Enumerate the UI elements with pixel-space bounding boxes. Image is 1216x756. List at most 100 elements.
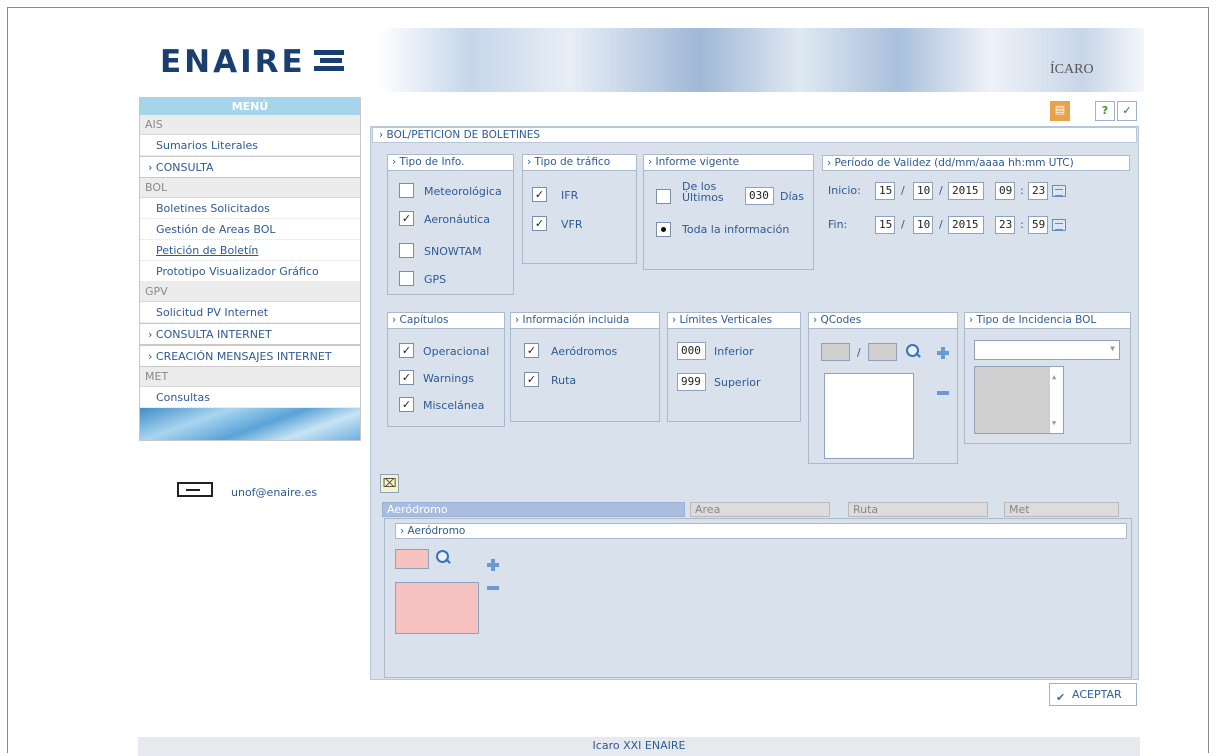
checkbox-gps[interactable] <box>399 271 414 286</box>
aerodromo-input[interactable] <box>395 549 429 569</box>
menu-item-peticion[interactable]: Petición de Boletín <box>140 240 360 261</box>
inicio-month[interactable]: 10 <box>913 182 933 200</box>
menu-group-consulta-internet[interactable]: › CONSULTA INTERNET <box>140 323 360 345</box>
radio-toda[interactable] <box>656 222 671 237</box>
radio-ultimos[interactable] <box>656 189 671 204</box>
inicio-year[interactable]: 2015 <box>948 182 984 200</box>
checkbox-aeronautica[interactable]: ✓ <box>399 211 414 226</box>
box-title: › Información incluida <box>511 313 659 329</box>
label-operacional: Operacional <box>423 345 490 358</box>
incidencia-box: › Tipo de Incidencia BOL ▼ ▲ ▼ <box>964 312 1131 444</box>
incidencia-list[interactable]: ▲ ▼ <box>974 366 1064 434</box>
fin-day[interactable]: 15 <box>875 216 895 234</box>
check-icon: ✔ <box>1056 691 1066 704</box>
sep: / <box>901 184 905 197</box>
label-inferior: Inferior <box>714 345 754 358</box>
tipo-info-box: › Tipo de Info. Meteorológica ✓ Aeronáut… <box>387 154 514 295</box>
search-icon[interactable] <box>435 549 451 565</box>
box-title: › Tipo de Info. <box>388 155 513 171</box>
fin-month[interactable]: 10 <box>913 216 933 234</box>
qcodes-box: › QCodes / <box>808 312 958 464</box>
box-title: › QCodes <box>809 313 957 329</box>
menu-group-consulta[interactable]: › CONSULTA <box>140 156 360 178</box>
menu-item-boletines[interactable]: Boletines Solicitados <box>140 198 360 219</box>
aerodromo-list[interactable] <box>395 582 479 634</box>
logo-bars-icon <box>313 47 344 74</box>
incidencia-select[interactable]: ▼ <box>974 340 1120 360</box>
enaire-logo: ENAIRE <box>160 44 344 80</box>
add-icon[interactable] <box>937 347 949 359</box>
label-superior: Superior <box>714 376 761 389</box>
menu-group-creacion[interactable]: › CREACIÓN MENSAJES INTERNET <box>140 345 360 367</box>
informe-vigente-box: › Informe vigente De los Últimos 030 Días… <box>643 154 814 270</box>
label-dias: Días <box>780 190 804 203</box>
menu-item-consultas[interactable]: Consultas <box>140 387 360 408</box>
checkbox-operacional[interactable]: ✓ <box>399 343 414 358</box>
label-inicio: Inicio: <box>828 184 861 197</box>
checkbox-meteorologica[interactable] <box>399 183 414 198</box>
remove-icon[interactable] <box>487 586 499 590</box>
calendar-icon[interactable] <box>1052 185 1066 197</box>
chevron-down-icon: ▼ <box>1110 344 1115 353</box>
label-miscelanea: Miscelánea <box>423 399 485 412</box>
sep: / <box>901 218 905 231</box>
menu-wave-decoration <box>140 408 360 440</box>
periodo-validez-box: › Período de Validez (dd/mm/aaaa hh:mm U… <box>821 154 1131 264</box>
superior-input[interactable]: 999 <box>677 373 706 391</box>
menu-section-bol: BOL <box>140 178 360 198</box>
checkbox-aerodromos[interactable]: ✓ <box>524 343 539 358</box>
fin-hour[interactable]: 23 <box>995 216 1015 234</box>
qcode-input-2[interactable] <box>868 343 897 361</box>
help-icon[interactable]: ? <box>1095 101 1115 121</box>
contact-email[interactable]: unof@enaire.es <box>231 486 317 499</box>
checkbox-vfr[interactable]: ✓ <box>532 216 547 231</box>
mail-icon[interactable] <box>177 482 213 497</box>
aceptar-button[interactable]: ✔ ACEPTAR <box>1049 683 1137 706</box>
label-meteorologica: Meteorológica <box>424 185 502 198</box>
limites-box: › Límites Verticales 000 Inferior 999 Su… <box>667 312 801 422</box>
tab-area[interactable]: Area <box>690 502 830 517</box>
inicio-hour[interactable]: 09 <box>995 182 1015 200</box>
search-icon[interactable] <box>905 343 921 359</box>
checkbox-ruta[interactable]: ✓ <box>524 372 539 387</box>
tab-aerodromo[interactable]: Aeródromo <box>382 502 685 517</box>
label-ruta: Ruta <box>551 374 577 387</box>
sep: / <box>857 346 861 359</box>
label-ifr: IFR <box>561 189 579 202</box>
scrollbar[interactable]: ▲ ▼ <box>1049 367 1063 433</box>
box-title: › Límites Verticales <box>668 313 800 329</box>
label-toda: Toda la información <box>682 223 790 236</box>
inferior-input[interactable]: 000 <box>677 342 706 360</box>
tipo-trafico-box: › Tipo de tráfico ✓ IFR ✓ VFR <box>522 154 637 264</box>
tab-met[interactable]: Met <box>1004 502 1119 517</box>
info-incluida-box: › Información incluida ✓ Aeródromos ✓ Ru… <box>510 312 660 422</box>
box-title: › Período de Validez (dd/mm/aaaa hh:mm U… <box>822 155 1130 171</box>
clipboard-icon[interactable]: ▤ <box>1050 101 1070 121</box>
checkbox-miscelanea[interactable]: ✓ <box>399 397 414 412</box>
eraser-icon[interactable]: ⌧ <box>380 474 399 493</box>
add-icon[interactable] <box>487 559 499 571</box>
inicio-minute[interactable]: 23 <box>1028 182 1048 200</box>
inicio-day[interactable]: 15 <box>875 182 895 200</box>
menu-item-gestion-areas[interactable]: Gestión de Areas BOL <box>140 219 360 240</box>
checkbox-warnings[interactable]: ✓ <box>399 370 414 385</box>
qcode-input-1[interactable] <box>821 343 850 361</box>
checkbox-snowtam[interactable] <box>399 243 414 258</box>
menu-item-sumarios[interactable]: Sumarios Literales <box>140 135 360 156</box>
box-title: › Aeródromo <box>395 523 1127 539</box>
fin-year[interactable]: 2015 <box>948 216 984 234</box>
dias-input[interactable]: 030 <box>745 187 774 205</box>
remove-icon[interactable] <box>937 391 949 395</box>
sidebar-menu: MENÚ AIS Sumarios Literales › CONSULTA B… <box>139 97 361 441</box>
calendar-icon[interactable] <box>1052 219 1066 231</box>
menu-item-prototipo[interactable]: Prototipo Visualizador Gráfico <box>140 261 360 282</box>
checkbox-ifr[interactable]: ✓ <box>532 187 547 202</box>
tab-ruta[interactable]: Ruta <box>848 502 988 517</box>
box-title: › Tipo de Incidencia BOL <box>965 313 1130 329</box>
menu-title: MENÚ <box>140 98 360 115</box>
fin-minute[interactable]: 59 <box>1028 216 1048 234</box>
qcodes-list[interactable] <box>824 373 914 459</box>
check-icon[interactable]: ✓ <box>1117 101 1137 121</box>
menu-item-solicitud-pv[interactable]: Solicitud PV Internet <box>140 302 360 323</box>
label-vfr: VFR <box>561 218 583 231</box>
